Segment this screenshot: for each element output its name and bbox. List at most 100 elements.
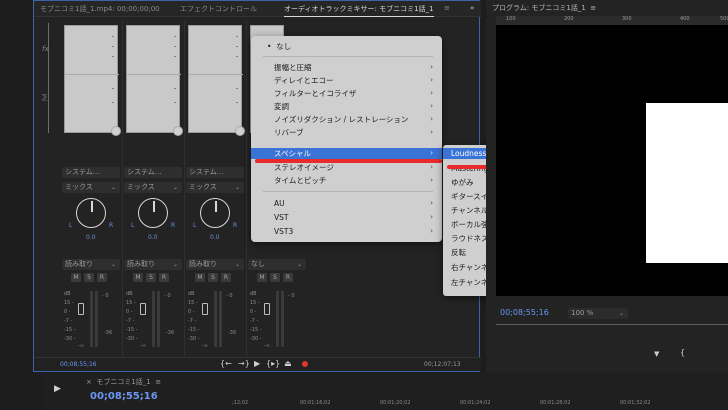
mute-button-ch2[interactable]: M (133, 273, 143, 282)
timeline-timecode[interactable]: 00;08;55;16 (90, 391, 158, 402)
mixer-current-timecode[interactable]: 00;08;55;16 (60, 361, 97, 368)
input-select-ch1[interactable]: システム... (62, 167, 120, 178)
chevron-right-icon: › (430, 102, 433, 110)
record-icon[interactable] (302, 361, 308, 367)
highlight-underline (255, 159, 442, 163)
pan-knob-ch1[interactable] (76, 198, 106, 228)
timeline-tab[interactable]: × モブニコミ1話_1 ≡ (86, 377, 161, 387)
db-scale-ch1: dB 15 -0 - -7 - -15 - -30 - (64, 291, 76, 342)
go-to-out-icon[interactable]: →} (238, 359, 250, 368)
program-monitor-title[interactable]: プログラム: モブニコミ1話_1 ≡ (492, 3, 596, 13)
input-select-ch2[interactable]: システム... (124, 167, 182, 178)
pan-value-ch3[interactable]: 0.0 (210, 234, 220, 241)
menu-item-au[interactable]: AU › (251, 198, 442, 209)
loop-icon[interactable]: ⏏ (284, 359, 292, 368)
program-timecode[interactable]: 00;08;55;16 (500, 308, 549, 317)
horizontal-ruler: 100 200 300 400 500 (496, 16, 728, 25)
mute-button-ch3[interactable]: M (195, 273, 205, 282)
volume-fader-ch3[interactable] (202, 303, 208, 315)
mode-select-ch2[interactable]: ミックス ⌄ (124, 182, 182, 193)
pan-right-label: R (233, 222, 238, 229)
record-button-ch1[interactable]: R (97, 273, 107, 282)
solo-button-ch4[interactable]: S (270, 273, 280, 282)
in-point-icon[interactable]: { (680, 348, 685, 357)
menu-item-modulation[interactable]: 変調 › (251, 101, 442, 112)
menu-item-filter[interactable]: フィルターとイコライザ › (251, 88, 442, 99)
more-tabs-icon[interactable]: » (470, 4, 474, 12)
record-button-ch3[interactable]: R (221, 273, 231, 282)
marker-icon[interactable]: ▼ (654, 350, 659, 358)
automation-select-ch4[interactable]: なし ⌄ (248, 259, 306, 270)
level-meter-ch3 (214, 291, 217, 347)
panel-menu-icon[interactable]: ≡ (444, 4, 450, 12)
peak-readout-ch1: -∞ (78, 343, 84, 349)
zoom-select[interactable]: 100 % ⌄ (568, 308, 628, 319)
automation-select-ch3[interactable]: 読み取り ⌄ (186, 259, 244, 270)
record-button-ch2[interactable]: R (159, 273, 169, 282)
tab-source-clip[interactable]: モブニコミ1話_1.mp4: 00;00;00;00 (40, 4, 160, 14)
menu-item-special[interactable]: スペシャル › (251, 148, 442, 159)
go-to-in-icon[interactable]: {← (220, 359, 232, 368)
menu-item-reverb[interactable]: リバーブ › (251, 127, 442, 138)
level-meter-ch2 (152, 291, 155, 347)
input-select-ch3[interactable]: システム... (186, 167, 244, 178)
fx-label: fx (42, 45, 49, 53)
effect-slots-ch2[interactable] (126, 25, 183, 136)
mute-button-ch1[interactable]: M (71, 273, 81, 282)
level-meter-ch3-r (219, 291, 222, 347)
volume-fader-ch2[interactable] (140, 303, 146, 315)
timeline-panel: × モブニコミ1話_1 ≡ 00;08;55;16 ▶ ;12;02 00;01… (44, 372, 728, 410)
automation-select-ch1[interactable]: 読み取り ⌄ (62, 259, 120, 270)
menu-item-vst3[interactable]: VST3 › (251, 226, 442, 237)
chevron-right-icon: › (430, 128, 433, 136)
effect-slots-ch3[interactable] (188, 25, 245, 136)
automation-select-ch2[interactable]: 読み取り ⌄ (124, 259, 182, 270)
pan-left-label: L (193, 222, 197, 229)
pan-value-ch2[interactable]: 0.0 (148, 234, 158, 241)
peak-readout-ch4: -∞ (264, 343, 270, 349)
pan-knob-ch3[interactable] (200, 198, 230, 228)
level-meter-ch4-r (281, 291, 284, 347)
mixer-transport-bar: 00;08;55;16 {← →} ▶ {▸} ⏏ 00;12;07;13 (34, 357, 481, 371)
mode-select-ch1[interactable]: ミックス ⌄ (62, 182, 120, 193)
effect-slots-ch1[interactable] (64, 25, 121, 136)
chevron-right-icon: › (430, 63, 433, 71)
pan-knob-ch2[interactable] (138, 198, 168, 228)
peak-readout-ch3: -∞ (202, 343, 208, 349)
menu-item-noise-reduction[interactable]: ノイズリダクション / レストレーション › (251, 114, 442, 125)
menu-item-time-pitch[interactable]: タイムとピッチ › (251, 175, 442, 186)
level-meter-ch2-r (157, 291, 160, 347)
volume-fader-ch1[interactable] (78, 303, 84, 315)
record-button-ch4[interactable]: R (283, 273, 293, 282)
tab-effect-controls[interactable]: エフェクトコントロール (180, 4, 257, 14)
panel-tab-bar: モブニコミ1話_1.mp4: 00;00;00;00 エフェクトコントロール オ… (34, 1, 481, 17)
chevron-right-icon: › (430, 227, 433, 235)
chevron-right-icon: › (430, 176, 433, 184)
play-in-to-out-icon[interactable]: {▸} (266, 359, 280, 368)
solo-button-ch1[interactable]: S (84, 273, 94, 282)
level-meter-ch1-r (95, 291, 98, 347)
menu-item-none[interactable]: • なし (251, 41, 442, 52)
peak-readout-ch2: -∞ (140, 343, 146, 349)
program-video-frame[interactable] (496, 25, 728, 296)
pan-right-label: R (109, 222, 114, 229)
tab-audio-track-mixer[interactable]: オーディオトラックミキサー: モブニコミ1話_1 (284, 4, 434, 17)
menu-item-stereo-imagery[interactable]: ステレオイメージ › (251, 162, 442, 173)
pan-value-ch1[interactable]: 0.0 (86, 234, 96, 241)
mute-button-ch4[interactable]: M (257, 273, 267, 282)
playback-scrubber[interactable] (496, 324, 728, 325)
video-content-white (646, 103, 728, 263)
chevron-right-icon: › (430, 89, 433, 97)
pan-right-label: R (171, 222, 176, 229)
play-icon[interactable]: ▶ (254, 359, 260, 368)
solo-button-ch2[interactable]: S (146, 273, 156, 282)
selection-tool-icon[interactable]: ▶ (54, 384, 61, 394)
menu-item-vst[interactable]: VST › (251, 212, 442, 223)
menu-item-amplitude[interactable]: 振幅と圧縮 › (251, 62, 442, 73)
solo-button-ch3[interactable]: S (208, 273, 218, 282)
effects-dropdown-menu: • なし 振幅と圧縮 › ディレイとエコー › フィルターとイコライザ › 変調 › ノ… (251, 36, 442, 242)
menu-item-delay[interactable]: ディレイとエコー › (251, 75, 442, 86)
mode-select-ch3[interactable]: ミックス ⌄ (186, 182, 244, 193)
mixer-duration-timecode: 00;12;07;13 (424, 361, 461, 368)
volume-fader-ch4[interactable] (264, 303, 270, 315)
